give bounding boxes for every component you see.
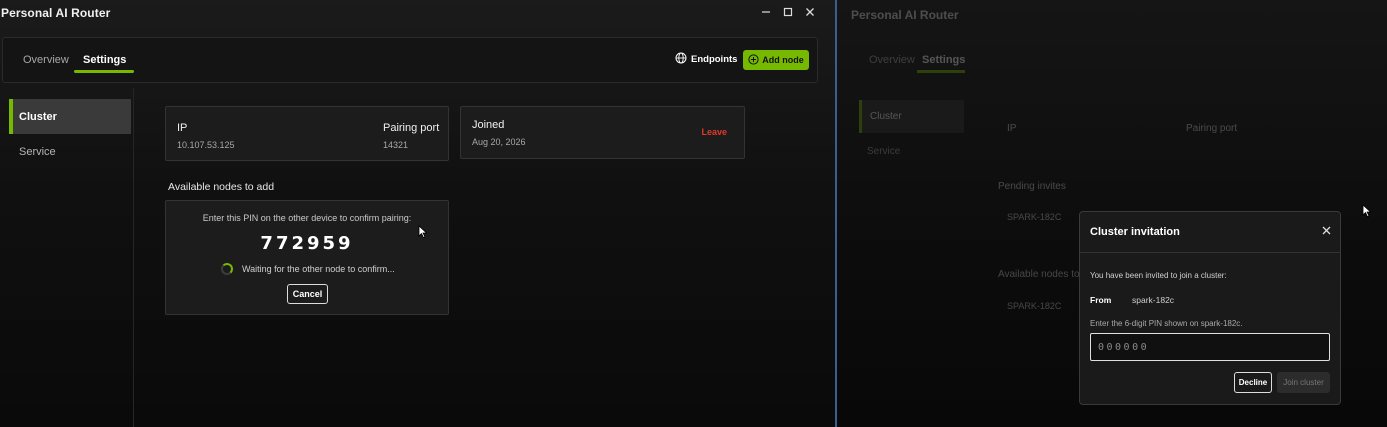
- available-nodes-title: Available nodes to add: [168, 181, 275, 193]
- decline-button[interactable]: Decline: [1234, 372, 1272, 393]
- second-app-window: Personal AI Router Overview Settings Clu…: [837, 0, 1387, 427]
- available-nodes-title: Available nodes to a: [998, 269, 1088, 280]
- sidebar-item-cluster: Cluster: [859, 100, 964, 133]
- join-cluster-button[interactable]: Join cluster: [1277, 372, 1330, 393]
- ip-label: IP: [1007, 123, 1017, 134]
- app-window-host: Personal AI Router Overview Settings End…: [0, 0, 835, 427]
- pairing-port-label: Pairing port: [1186, 123, 1238, 134]
- ip-card: IP 10.107.53.125 Pairing port 14321: [165, 106, 449, 161]
- plus-circle-icon: [748, 53, 759, 67]
- globe-icon: [675, 52, 687, 67]
- invitation-intro: You have been invited to join a cluster:: [1090, 271, 1227, 280]
- sidebar-item-cluster[interactable]: Cluster: [9, 99, 131, 134]
- joined-card: Joined Aug 20, 2026 Leave: [460, 106, 745, 159]
- pin-hint: Enter the 6-digit PIN shown on spark-182…: [1090, 319, 1243, 328]
- spinner-icon: [221, 263, 233, 275]
- pairing-port-label: Pairing port: [383, 122, 440, 134]
- pairing-pin: 772959: [260, 233, 354, 254]
- sidebar-item-service: Service: [867, 146, 901, 157]
- available-node-name: SPARK-182C: [1007, 301, 1062, 311]
- waiting-status: Waiting for the other node to confirm...: [221, 263, 395, 275]
- sidebar-item-service[interactable]: Service: [9, 134, 131, 169]
- add-node-button[interactable]: Add node: [743, 50, 809, 70]
- cancel-button[interactable]: Cancel: [287, 284, 328, 304]
- active-tab-indicator: [917, 70, 965, 73]
- endpoints-label: Endpoints: [691, 54, 738, 65]
- from-label: From: [1090, 295, 1112, 305]
- endpoints-button[interactable]: Endpoints: [675, 52, 737, 67]
- pin-input[interactable]: [1090, 333, 1330, 361]
- dialog-divider: [1080, 252, 1340, 253]
- mouse-cursor-icon: [1362, 204, 1372, 218]
- maximize-icon[interactable]: [781, 4, 795, 20]
- pairing-port-value: 14321: [383, 140, 409, 150]
- tab-overview[interactable]: Overview: [23, 54, 69, 66]
- from-value: spark-182c: [1132, 295, 1175, 305]
- cluster-invitation-dialog: Cluster invitation You have been invited…: [1079, 211, 1341, 405]
- tab-settings: Settings: [922, 54, 966, 66]
- minimize-icon[interactable]: [759, 4, 773, 20]
- pending-invites-title: Pending invites: [998, 181, 1066, 192]
- ip-value: 10.107.53.125: [177, 140, 235, 150]
- tab-overview: Overview: [869, 54, 915, 66]
- joined-date: Aug 20, 2026: [472, 137, 526, 147]
- pairing-card: Enter this PIN on the other device to co…: [165, 200, 449, 315]
- sidebar-item-label: Cluster: [19, 110, 57, 123]
- add-node-label: Add node: [762, 55, 804, 65]
- leave-button[interactable]: Leave: [701, 127, 727, 137]
- tab-settings[interactable]: Settings: [83, 54, 126, 66]
- close-icon[interactable]: [803, 4, 817, 20]
- sidebar-item-label: Service: [19, 145, 56, 158]
- tab-bar: Overview Settings Endpoints Add node: [2, 37, 818, 83]
- ip-label: IP: [177, 122, 188, 134]
- dialog-title: Cluster invitation: [1090, 226, 1180, 238]
- mouse-cursor-icon: [418, 225, 428, 239]
- app-title: Personal AI Router: [851, 8, 959, 22]
- joined-label: Joined: [472, 119, 505, 131]
- pending-node-name: SPARK-182C: [1007, 212, 1062, 222]
- sidebar-divider: [133, 88, 134, 427]
- window-controls: [759, 4, 817, 20]
- pairing-hint: Enter this PIN on the other device to co…: [202, 213, 412, 223]
- active-tab-indicator: [74, 70, 134, 73]
- waiting-text: Waiting for the other node to confirm...: [242, 264, 395, 274]
- app-title: Personal AI Router: [1, 6, 111, 20]
- close-icon[interactable]: [1322, 223, 1331, 238]
